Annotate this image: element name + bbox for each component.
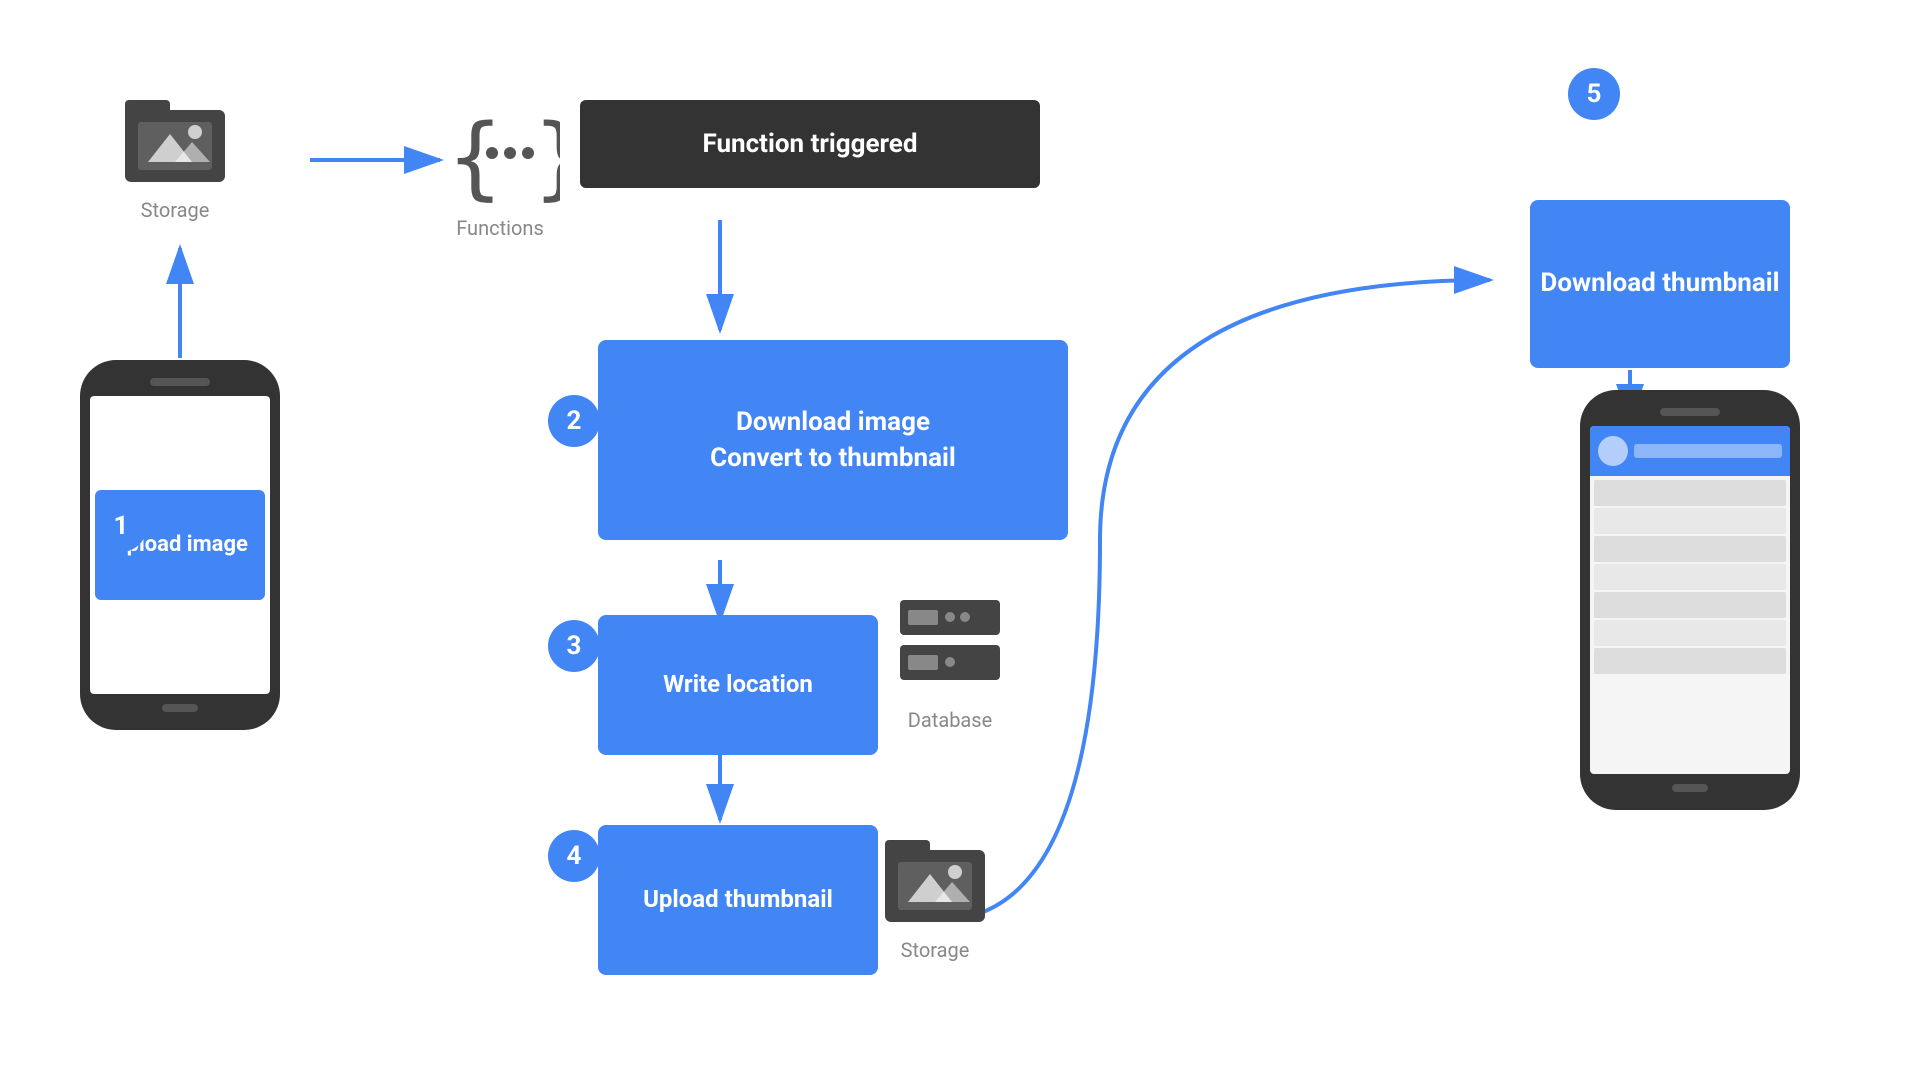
phone-left-notch [150, 378, 210, 386]
phone-right-screen-content [1590, 426, 1790, 774]
step5-badge: 5 [1568, 68, 1620, 120]
download-thumbnail-label: Download thumbnail [1540, 267, 1779, 301]
list-row-1 [1594, 480, 1786, 506]
svg-text:}: } [534, 105, 560, 208]
phone-right-rows [1590, 476, 1790, 774]
functions-braces-icon: { } [440, 88, 560, 208]
header-line [1634, 444, 1782, 458]
function-triggered-label: Function triggered [703, 129, 918, 159]
phone-right-circle [1598, 436, 1628, 466]
list-row-5 [1594, 592, 1786, 618]
list-row-7 [1594, 648, 1786, 674]
list-row-6 [1594, 620, 1786, 646]
step1-badge: 1 [95, 500, 147, 552]
download-thumbnail-box: Download thumbnail [1530, 200, 1790, 368]
database-svg [890, 590, 1010, 700]
storage-top-label: Storage [141, 198, 210, 222]
database-icon: Database [890, 590, 1010, 732]
phone-right [1580, 390, 1800, 810]
write-location-box: Write location [598, 615, 878, 755]
download-image-box: Download image Convert to thumbnail [598, 340, 1068, 540]
diagram-container: Storage { } Functions Function triggered… [0, 0, 1920, 1080]
list-row-4 [1594, 564, 1786, 590]
upload-thumbnail-box: Upload thumbnail [598, 825, 878, 975]
storage-icon-bottom: Storage [880, 820, 990, 962]
function-triggered-box: Function triggered [580, 100, 1040, 188]
download-image-label: Download image Convert to thumbnail [710, 404, 956, 477]
upload-thumbnail-label: Upload thumbnail [643, 884, 833, 915]
step4-badge: 4 [548, 830, 600, 882]
write-location-label: Write location [663, 669, 813, 700]
storage-folder-icon-bottom [880, 820, 990, 930]
phone-right-notch [1660, 408, 1720, 416]
phone-right-screen [1590, 426, 1790, 774]
functions-icon: { } Functions [440, 88, 560, 240]
list-row-2 [1594, 508, 1786, 534]
phone-right-header [1590, 426, 1790, 476]
functions-label: Functions [456, 216, 544, 240]
phone-left-home [162, 704, 198, 712]
step2-badge: 2 [548, 395, 600, 447]
list-row-3 [1594, 536, 1786, 562]
storage-folder-icon-top [120, 80, 230, 190]
storage-icon-top: Storage [120, 80, 230, 222]
step3-badge: 3 [548, 620, 600, 672]
database-label: Database [908, 708, 992, 732]
storage-bottom-label: Storage [901, 938, 970, 962]
phone-right-home [1672, 784, 1708, 792]
